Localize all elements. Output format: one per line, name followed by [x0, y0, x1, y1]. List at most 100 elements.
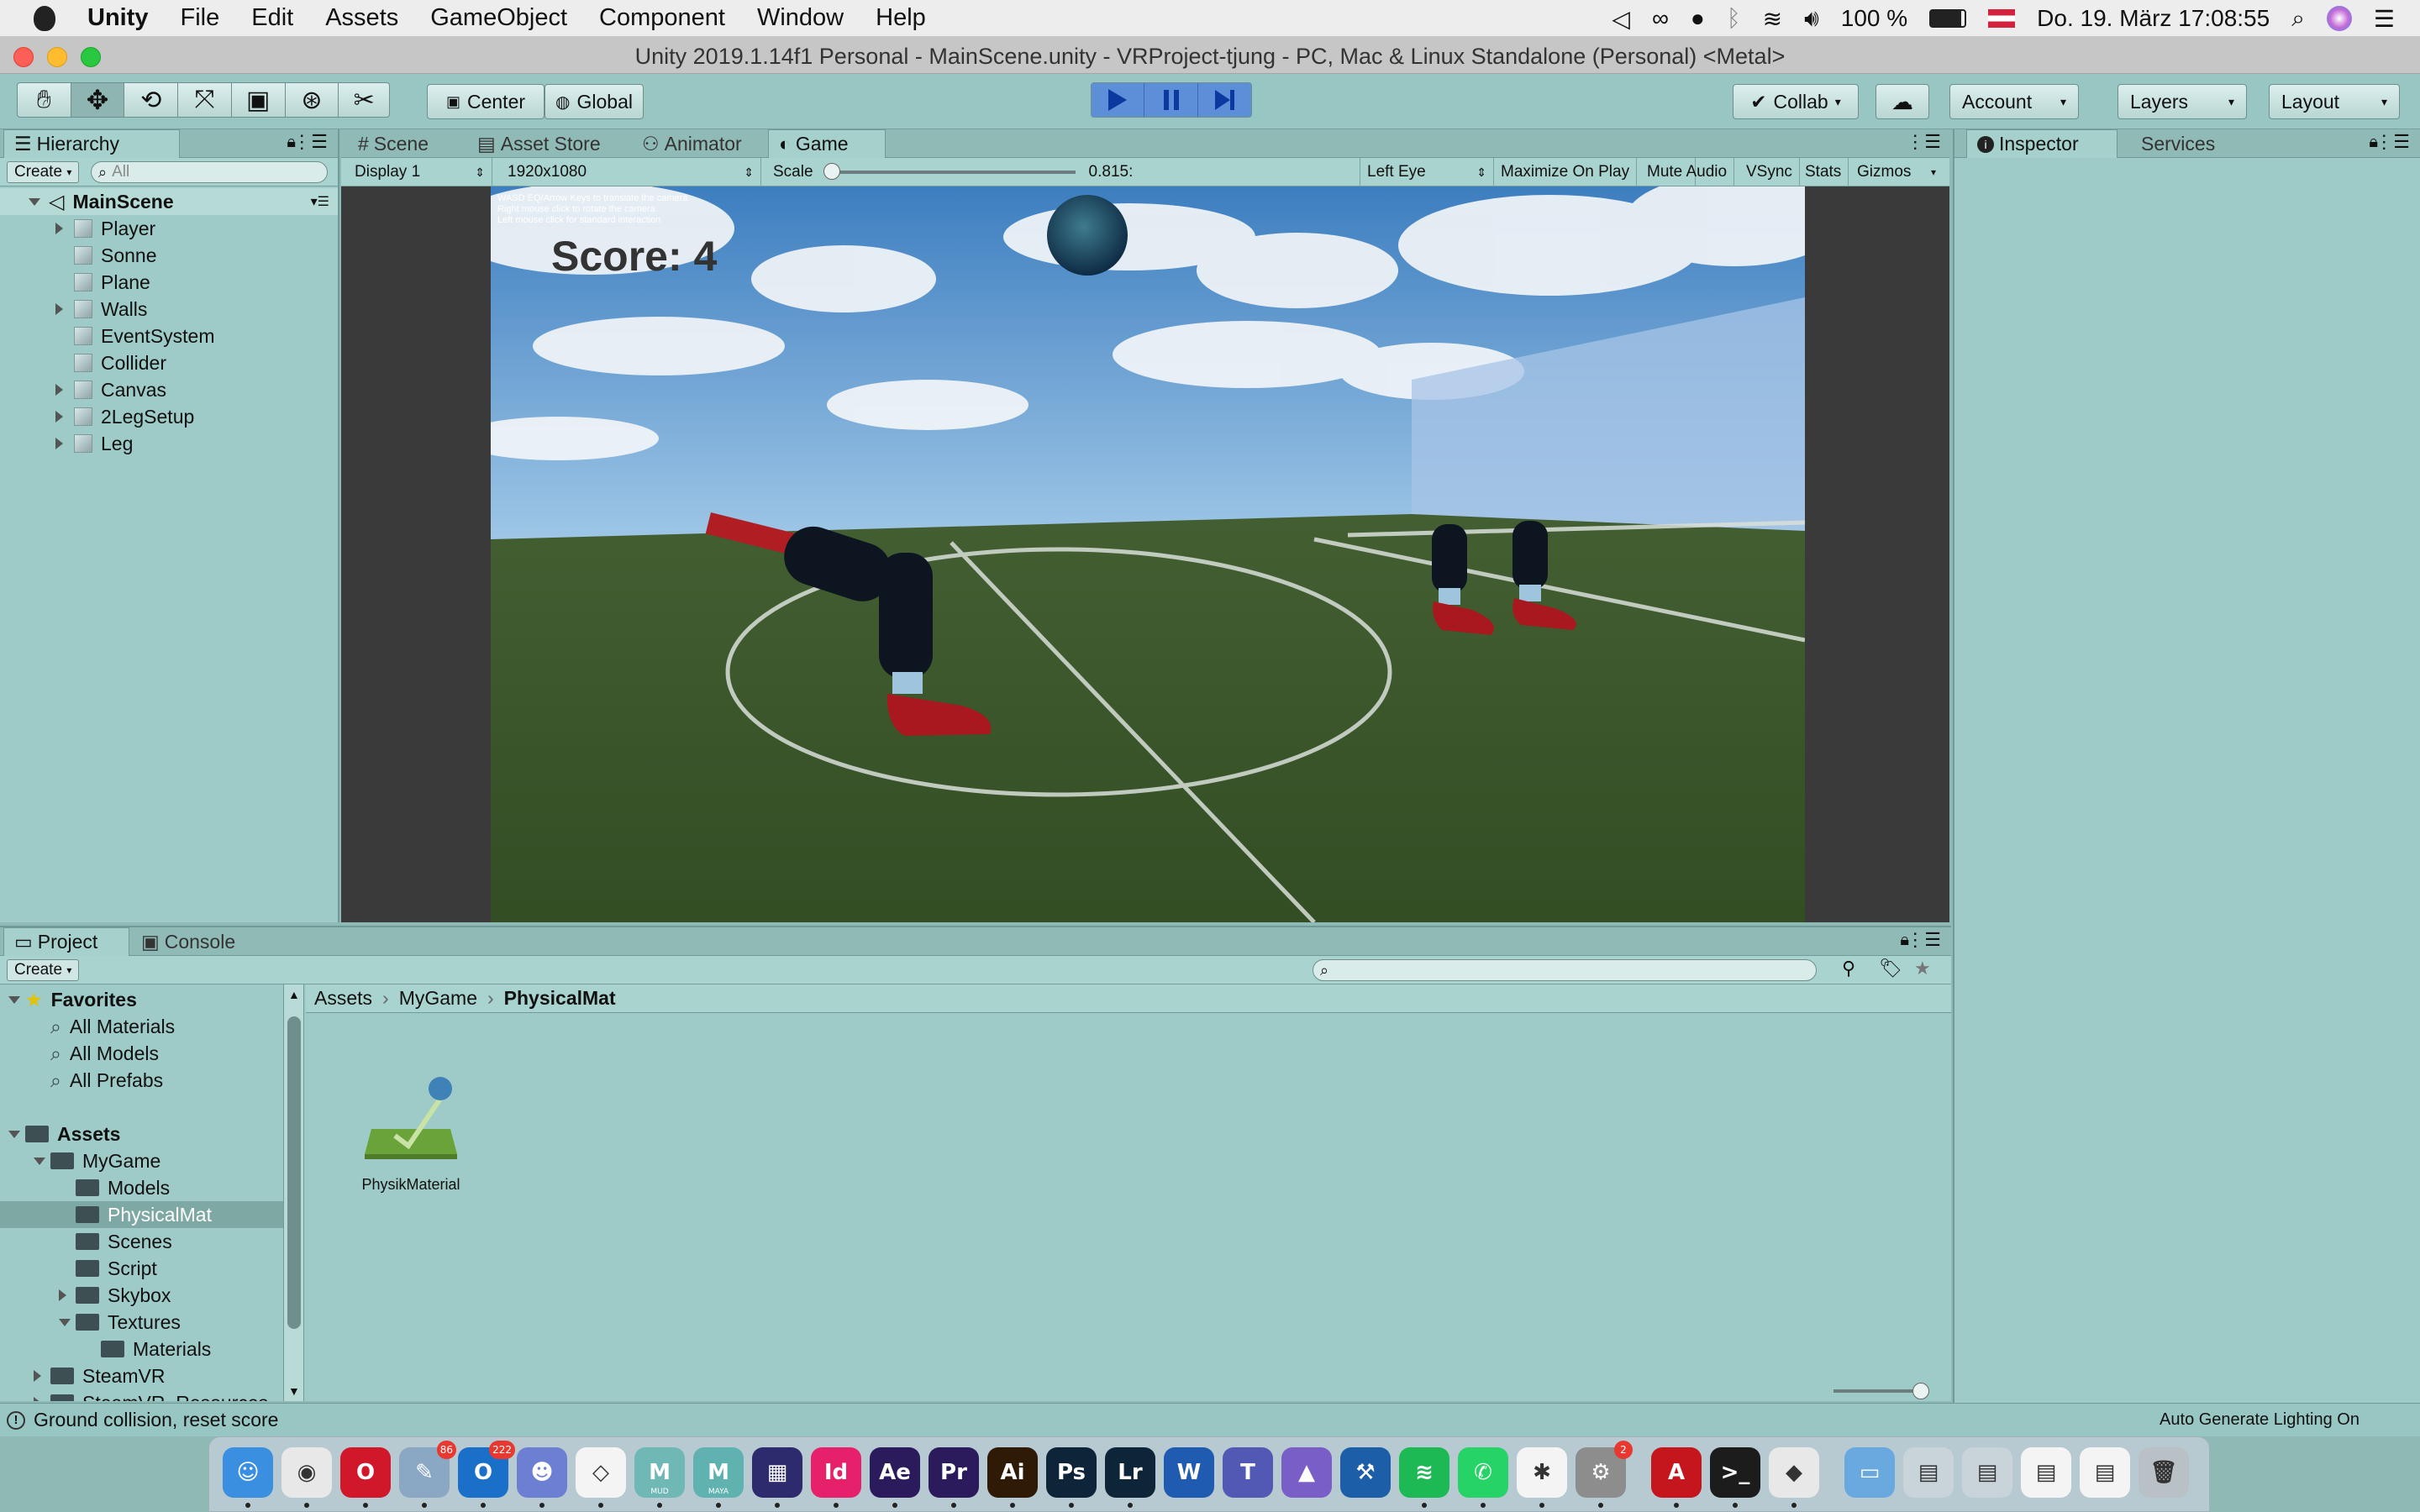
favorite-star-icon[interactable]: ★ [1914, 958, 1931, 979]
panel-menu-icon[interactable]: ⋮☰ [1906, 929, 1941, 951]
slack-icon[interactable]: ✱ [1517, 1447, 1567, 1498]
hierarchy-item[interactable]: Player [0, 215, 338, 242]
menu-window[interactable]: Window [757, 4, 844, 32]
xcode-icon[interactable]: ⚒ [1340, 1447, 1391, 1498]
game-view[interactable]: WASD EQ/Arrow Keys to translate the came… [491, 186, 1805, 922]
custom-tool-icon[interactable]: ✂ [339, 83, 389, 117]
expand-icon[interactable] [55, 384, 63, 396]
document-2-icon[interactable]: ▤ [2080, 1447, 2130, 1498]
folder-icon[interactable]: ▭ [1844, 1447, 1895, 1498]
terminal-icon[interactable]: >_ [1710, 1447, 1760, 1498]
pause-button[interactable] [1144, 83, 1198, 117]
project-create-button[interactable]: Create ▾ [7, 959, 80, 981]
collapse-icon[interactable] [8, 1130, 20, 1138]
status-circle-icon[interactable]: ● [1691, 5, 1705, 32]
photoshop-icon[interactable]: Ps [1046, 1447, 1097, 1498]
icon-size-thumb[interactable] [1912, 1383, 1929, 1399]
project-tree-item[interactable]: PhysicalMat [0, 1201, 283, 1228]
bluetooth-icon[interactable]: ᛒ [1727, 5, 1741, 32]
tab-services[interactable]: Services [2131, 129, 2225, 158]
project-tree-item[interactable]: Scenes [0, 1228, 283, 1255]
maximize-on-play-toggle[interactable]: Maximize On Play [1494, 158, 1638, 186]
layout-button[interactable]: Layout ▾ [2269, 84, 2400, 119]
hierarchy-item[interactable]: Walls [0, 296, 338, 323]
trash-icon[interactable]: 🗑 [2139, 1447, 2189, 1498]
menu-gameobject[interactable]: GameObject [430, 4, 567, 32]
project-tree-item[interactable]: ⌕ All Models [0, 1040, 283, 1067]
tab-asset-store[interactable]: ▤ Asset Store [467, 129, 611, 158]
collapse-icon[interactable] [34, 1157, 45, 1165]
layers-button[interactable]: Layers ▾ [2118, 84, 2247, 119]
after-effects-icon[interactable]: Ae [870, 1447, 920, 1498]
expand-icon[interactable] [34, 1370, 41, 1382]
pivot-global-button[interactable]: ◍ Global [544, 84, 644, 119]
hierarchy-item[interactable]: Leg [0, 430, 338, 457]
panel-menu-icon[interactable]: ⋮☰ [1906, 131, 1941, 153]
collapse-icon[interactable] [29, 197, 40, 206]
hierarchy-item[interactable]: Plane [0, 269, 338, 296]
menu-component[interactable]: Component [599, 4, 725, 32]
stats-toggle[interactable]: Stats [1798, 158, 1849, 186]
project-tree-item[interactable]: SteamVR [0, 1362, 283, 1389]
project-tree-scrollbar[interactable]: ▲ ▼ [284, 984, 304, 1401]
account-button[interactable]: Account ▾ [1949, 84, 2079, 119]
hierarchy-item[interactable]: 2LegSetup [0, 403, 338, 430]
unity-icon[interactable]: ◆ [1769, 1447, 1819, 1498]
lightroom-icon[interactable]: Lr [1105, 1447, 1155, 1498]
visual-studio-mac-icon[interactable]: ▦ [752, 1447, 802, 1498]
illustrator-icon[interactable]: Ai [987, 1447, 1038, 1498]
hierarchy-item[interactable]: Canvas [0, 376, 338, 403]
system-preferences-icon[interactable]: ⚙ 2 [1576, 1441, 1633, 1498]
play-button[interactable] [1092, 83, 1145, 117]
scale-slider-thumb[interactable] [823, 163, 840, 180]
collapse-icon[interactable] [59, 1318, 71, 1326]
project-tree-item[interactable]: ⌕ All Materials [0, 1013, 283, 1040]
scrollbar-thumb[interactable] [287, 1016, 301, 1329]
screenshot-2-icon[interactable]: ▤ [1962, 1447, 2012, 1498]
breadcrumb-assets[interactable]: Assets [314, 987, 372, 1010]
menu-file[interactable]: File [181, 4, 220, 32]
notification-center-icon[interactable]: ☰ [2374, 5, 2395, 33]
document-1-icon[interactable]: ▤ [2021, 1447, 2071, 1498]
scene-row[interactable]: ◁ MainScene ▾☰ [0, 188, 338, 215]
unity-hub-icon[interactable]: ◇ [576, 1447, 626, 1498]
chrome-icon[interactable]: ◉ [281, 1447, 332, 1498]
collab-button[interactable]: ✔ Collab ▾ [1733, 84, 1859, 119]
finder-icon[interactable]: ☺ [223, 1447, 273, 1498]
unity-status-icon[interactable]: ◁ [1612, 5, 1630, 33]
hand-tool-icon[interactable]: ✋︎ [18, 83, 71, 117]
acrobat-icon[interactable]: A [1651, 1447, 1702, 1498]
project-tree-item[interactable]: Script [0, 1255, 283, 1282]
wifi-icon[interactable]: ≋ [1763, 5, 1782, 33]
creative-cloud-icon[interactable]: ∞ [1652, 5, 1669, 32]
project-tree-item[interactable]: Assets [0, 1121, 283, 1147]
project-tree-item[interactable]: MyGame [0, 1147, 283, 1174]
screenshot-1-icon[interactable]: ▤ [1903, 1447, 1954, 1498]
expand-icon[interactable] [34, 1397, 41, 1401]
hierarchy-item[interactable]: Collider [0, 349, 338, 376]
word-icon[interactable]: W [1164, 1447, 1214, 1498]
project-tree-item[interactable]: Skybox [0, 1282, 283, 1309]
menu-unity[interactable]: Unity [87, 4, 149, 32]
clock[interactable]: Do. 19. März 17:08:55 [2037, 5, 2270, 32]
scroll-down-icon[interactable]: ▼ [288, 1384, 300, 1398]
eye-dropdown[interactable]: Left Eye ⇕ [1360, 158, 1494, 186]
spotify-icon[interactable]: ≋ [1399, 1447, 1449, 1498]
hierarchy-create-button[interactable]: Create ▾ [7, 161, 80, 183]
move-tool-icon[interactable]: ✥ [71, 83, 125, 117]
display-dropdown[interactable]: Display 1 ⇕ [348, 158, 492, 186]
expand-icon[interactable] [55, 303, 63, 315]
outlook-icon[interactable]: O 222 [458, 1441, 515, 1498]
panel-menu-icon[interactable]: ⋮☰ [292, 131, 328, 153]
tab-hierarchy[interactable]: ☰ Hierarchy [3, 129, 180, 158]
apple-menu-icon[interactable] [34, 5, 55, 31]
vsync-toggle[interactable]: VSync [1739, 158, 1800, 186]
pivot-center-button[interactable]: ▣ Center [427, 84, 544, 119]
rotate-tool-icon[interactable]: ⟲ [124, 83, 179, 117]
project-tree-item[interactable]: Materials [0, 1336, 283, 1362]
flag-icon[interactable] [1988, 9, 2016, 28]
project-tree-item[interactable]: SteamVR_Resources [0, 1389, 283, 1401]
whatsapp-icon[interactable]: ✆ [1458, 1447, 1508, 1498]
step-button[interactable] [1197, 83, 1252, 117]
discord-icon[interactable]: ☻ [517, 1447, 567, 1498]
